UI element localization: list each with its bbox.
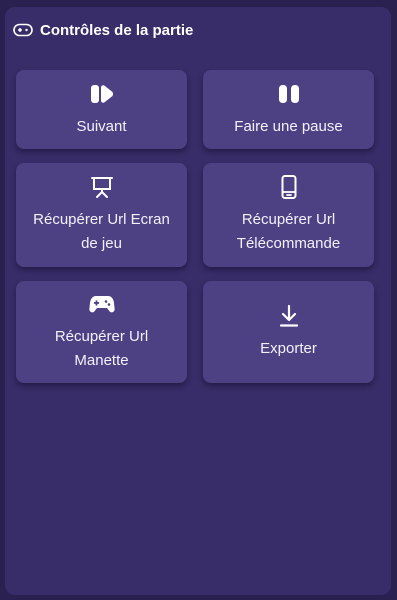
pause-button-label: Faire une pause (234, 117, 343, 135)
export-button-label: Exporter (260, 340, 317, 357)
get-game-screen-url-label: Récupérer Url Ecran de jeu (33, 211, 170, 252)
mobile-phone-icon (281, 174, 297, 200)
get-controller-url-label: Récupérer Url Manette (54, 328, 149, 369)
get-game-screen-url-button[interactable]: Récupérer Url Ecran de jeu (16, 163, 187, 267)
presentation-screen-icon (90, 174, 114, 200)
skip-next-icon (90, 81, 114, 107)
game-controls-panel: Contrôles de la partie Suivant Faire une… (5, 7, 391, 595)
get-controller-url-button[interactable]: Récupérer Url Manette (16, 281, 187, 383)
pause-icon (278, 81, 300, 107)
panel-header: Contrôles de la partie (13, 21, 193, 39)
panel-title: Contrôles de la partie (40, 21, 194, 39)
export-button[interactable]: Exporter (203, 281, 374, 383)
gamepad-icon (88, 291, 115, 317)
next-button[interactable]: Suivant (16, 70, 187, 149)
controls-grid: Suivant Faire une pause Récupérer Url Ec… (16, 70, 376, 383)
download-icon (278, 303, 300, 329)
get-remote-url-button[interactable]: Récupérer Url Télécommande (203, 163, 374, 267)
gamepad-outline-icon (13, 21, 33, 39)
next-button-label: Suivant (76, 117, 127, 135)
get-remote-url-label: Récupérer Url Télécommande (236, 211, 341, 252)
pause-button[interactable]: Faire une pause (203, 70, 374, 149)
